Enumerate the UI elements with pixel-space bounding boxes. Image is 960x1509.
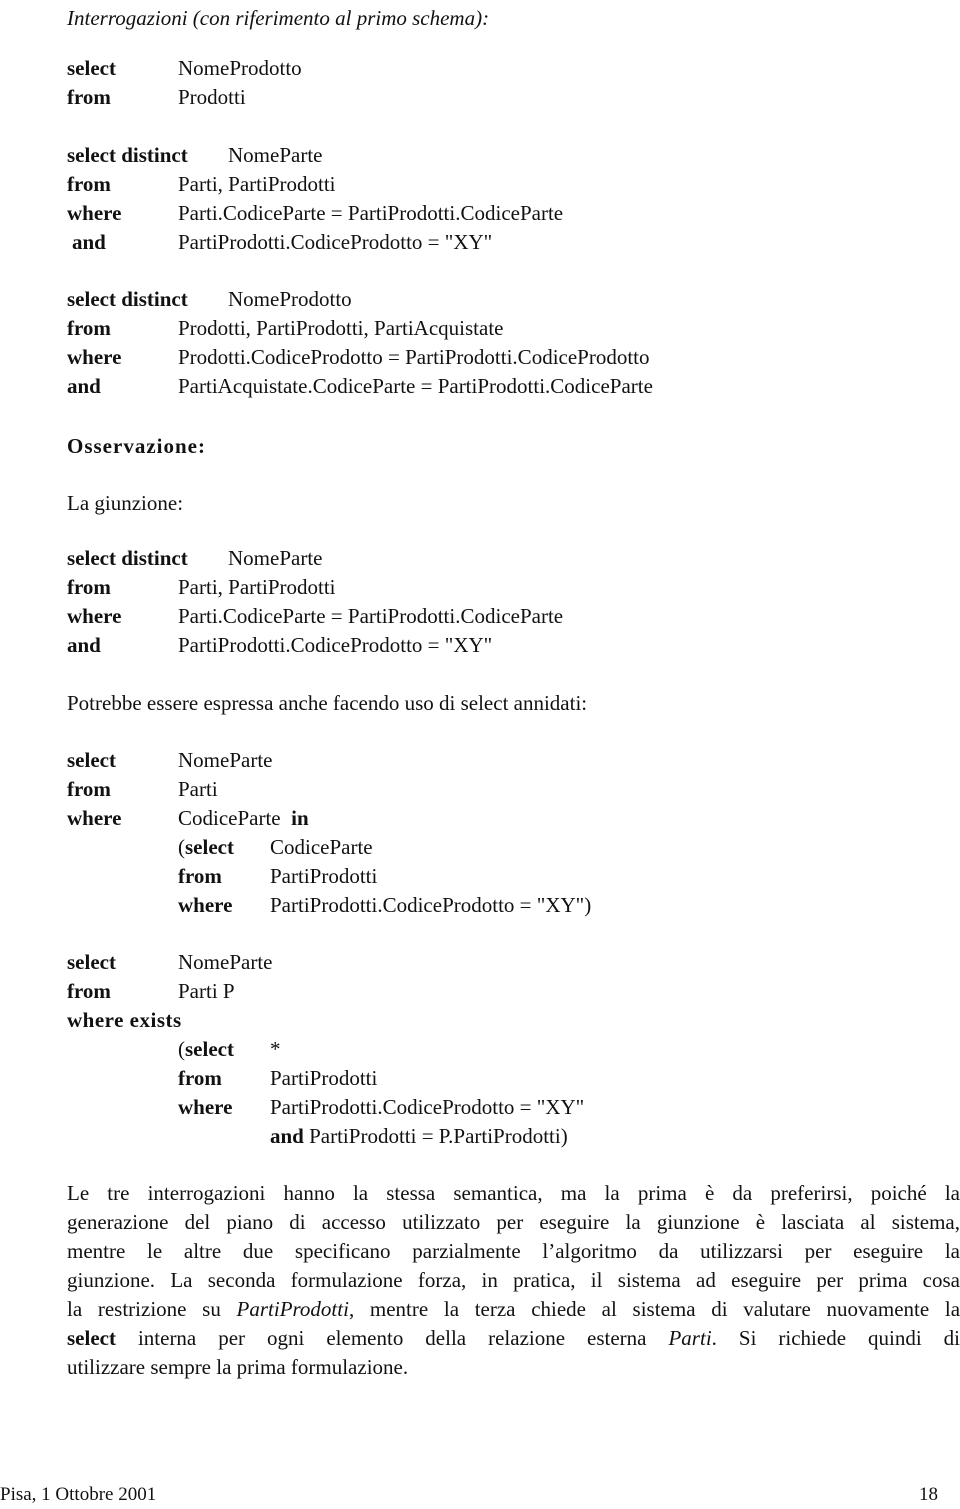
- sql-value: PartiProdotti.CodiceProdotto = "XY": [178, 230, 493, 254]
- sql-value: NomeParte: [178, 748, 273, 772]
- emphasis-text: Parti: [668, 1326, 712, 1350]
- sql-value: NomeProdotto: [178, 56, 302, 80]
- sql-keyword: where: [178, 1095, 233, 1119]
- observation-heading: Osservazione:: [67, 434, 206, 458]
- sql-keyword: where: [67, 604, 122, 628]
- sql-value: PartiProdotti.CodiceProdotto = "XY"): [270, 893, 592, 917]
- footer-place-date: Pisa, 1 Ottobre 2001: [0, 1484, 157, 1505]
- sql-keyword: where: [178, 893, 233, 917]
- paragraph-line: generazione del piano di accesso utilizz…: [67, 1208, 960, 1237]
- body-text: la restrizione su: [67, 1297, 237, 1321]
- sql-value: Parti, PartiProdotti: [178, 575, 336, 599]
- paragraph-line: giunzione. La seconda formulazione forza…: [67, 1266, 960, 1295]
- sql-keyword: from: [67, 172, 111, 196]
- page-title: Interrogazioni (con riferimento al primo…: [67, 6, 490, 30]
- sql-keyword: where: [67, 806, 122, 830]
- sql-keyword: select: [67, 56, 116, 80]
- paragraph-line: select interna per ogni elemento della r…: [67, 1324, 960, 1353]
- emphasis-text: PartiProdotti: [236, 1297, 349, 1321]
- nested-keyword-group: (select: [178, 833, 234, 862]
- sql-value: NomeParte: [228, 143, 323, 167]
- sql-keyword: from: [67, 979, 111, 1003]
- body-text: utilizzare sempre la prima formulazione.: [67, 1355, 409, 1379]
- keyword-text: select: [67, 1326, 116, 1350]
- body-text: Le tre interrogazioni hanno la stessa se…: [67, 1181, 960, 1205]
- observation-intro: La giunzione:: [67, 491, 184, 515]
- sql-keyword: select distinct: [67, 143, 188, 167]
- sql-value: PartiAcquistate.CodiceParte = PartiProdo…: [178, 374, 653, 398]
- open-paren: (: [178, 835, 185, 859]
- sql-keyword: and: [67, 633, 101, 657]
- sql-value: CodiceParte: [270, 835, 373, 859]
- sql-value: PartiProdotti.CodiceProdotto = "XY": [178, 633, 493, 657]
- sql-keyword: from: [67, 777, 111, 801]
- sql-keyword: from: [178, 1066, 222, 1090]
- sql-keyword: select: [185, 835, 234, 859]
- sql-value: Parti: [178, 777, 218, 801]
- sql-value: CodiceParte in: [178, 804, 309, 833]
- sql-value: PartiProdotti = P.PartiProdotti): [309, 1124, 568, 1148]
- sql-keyword: where: [67, 345, 122, 369]
- sql-keyword: from: [67, 575, 111, 599]
- sql-value: NomeParte: [178, 950, 273, 974]
- sql-keyword: from: [178, 864, 222, 888]
- sql-value: Parti, PartiProdotti: [178, 172, 336, 196]
- sql-value: Prodotti: [178, 85, 246, 109]
- open-paren: (: [178, 1037, 185, 1061]
- sql-keyword: and: [72, 230, 106, 254]
- sql-keyword: select distinct: [67, 287, 188, 311]
- sql-value: PartiProdotti: [270, 864, 378, 888]
- sql-keyword: where: [67, 201, 122, 225]
- sql-value: PartiProdotti.CodiceProdotto = "XY": [270, 1095, 585, 1119]
- sql-keyword: and: [270, 1124, 304, 1148]
- sql-value: Prodotti.CodiceProdotto = PartiProdotti.…: [178, 345, 650, 369]
- sql-value: Prodotti, PartiProdotti, PartiAcquistate: [178, 316, 504, 340]
- sql-keyword: select: [185, 1037, 234, 1061]
- sql-keyword: from: [67, 85, 111, 109]
- body-text: giunzione. La seconda formulazione forza…: [67, 1268, 960, 1292]
- nested-intro: Potrebbe essere espressa anche facendo u…: [67, 691, 588, 715]
- paragraph-line: utilizzare sempre la prima formulazione.: [67, 1353, 960, 1382]
- footer-page-number: 18: [919, 1484, 938, 1505]
- sql-keyword: where exists: [67, 1008, 182, 1032]
- sql-keyword: select distinct: [67, 546, 188, 570]
- paragraph-line: mentre le altre due specificano parzialm…: [67, 1237, 960, 1266]
- sql-value-text: CodiceParte: [178, 806, 281, 830]
- body-text: interna per ogni elemento della relazion…: [115, 1326, 669, 1350]
- sql-keyword: select: [67, 748, 116, 772]
- sql-value: Parti P: [178, 979, 235, 1003]
- sql-value: Parti.CodiceParte = PartiProdotti.Codice…: [178, 201, 564, 225]
- nested-and-group: and PartiProdotti = P.PartiProdotti): [270, 1122, 568, 1151]
- sql-keyword: and: [67, 374, 101, 398]
- paragraph-line: Le tre interrogazioni hanno la stessa se…: [67, 1179, 960, 1208]
- body-text: , mentre la terza chiede al sistema di v…: [348, 1297, 960, 1321]
- sql-keyword-in: in: [291, 806, 309, 830]
- sql-value: *: [270, 1037, 281, 1061]
- nested-keyword-group: (select: [178, 1035, 234, 1064]
- paragraph-line: la restrizione su PartiProdotti, mentre …: [67, 1295, 960, 1324]
- body-text: . Si richiede quindi di: [711, 1326, 960, 1350]
- sql-keyword: from: [67, 316, 111, 340]
- sql-keyword: select: [67, 950, 116, 974]
- sql-value: NomeParte: [228, 546, 323, 570]
- sql-value: NomeProdotto: [228, 287, 352, 311]
- sql-value: Parti.CodiceParte = PartiProdotti.Codice…: [178, 604, 564, 628]
- body-text: mentre le altre due specificano parzialm…: [67, 1239, 960, 1263]
- sql-value: PartiProdotti: [270, 1066, 378, 1090]
- body-text: generazione del piano di accesso utilizz…: [67, 1210, 960, 1234]
